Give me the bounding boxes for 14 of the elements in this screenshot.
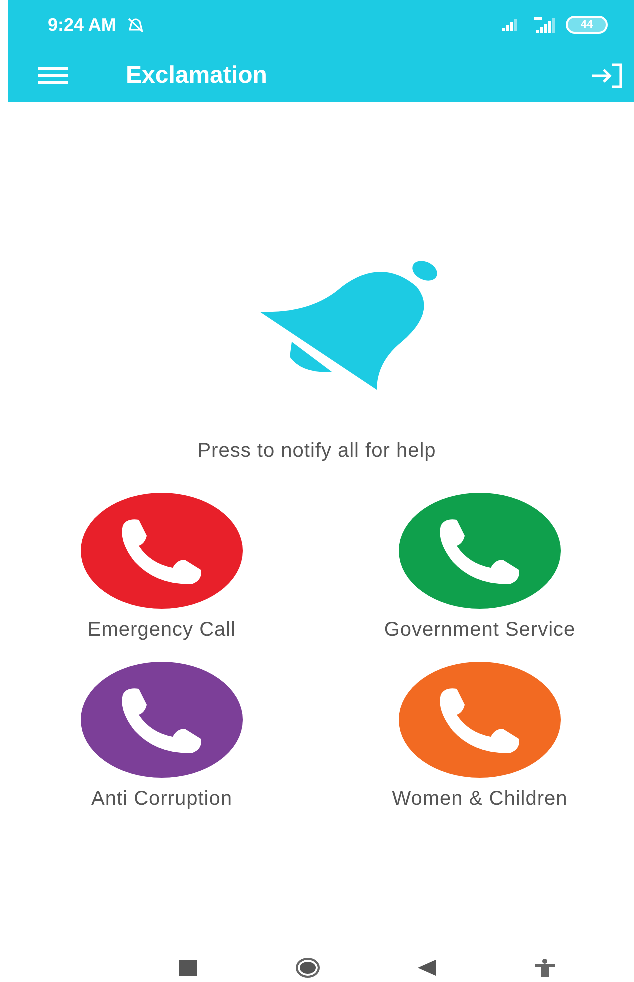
call-label: Government Service [384,619,576,642]
call-label: Anti Corruption [92,788,232,811]
app-title: Exclamation [126,62,268,90]
signal-4g-icon [532,17,556,33]
alarm-off-icon [126,16,146,34]
home-icon[interactable] [296,958,320,978]
status-time: 9:24 AM [48,14,116,36]
call-label: Emergency Call [88,619,236,642]
back-icon[interactable] [418,960,436,976]
accessibility-icon[interactable] [534,959,555,977]
call-label: Women & Children [392,788,568,811]
recents-icon[interactable] [179,960,198,976]
battery-level: 44 [580,20,594,30]
help-prompt: Press to notify all for help [198,440,436,463]
